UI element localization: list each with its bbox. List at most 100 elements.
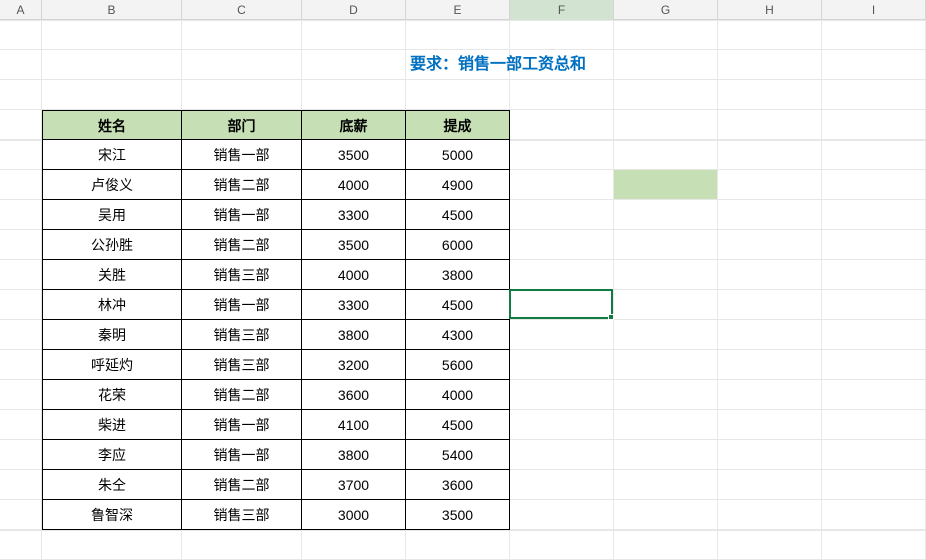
cell-bonus[interactable]: 4500: [406, 290, 510, 320]
col-header-H[interactable]: H: [718, 0, 822, 20]
cell[interactable]: [510, 140, 614, 170]
cell[interactable]: [718, 170, 822, 200]
cell[interactable]: [0, 20, 42, 50]
cell-name[interactable]: 卢俊义: [42, 170, 182, 200]
cell-dept[interactable]: 销售二部: [182, 170, 302, 200]
cell[interactable]: [822, 320, 926, 350]
cell-base[interactable]: 4000: [302, 260, 406, 290]
cell[interactable]: [718, 530, 822, 560]
cell[interactable]: [510, 50, 614, 80]
cell[interactable]: [614, 350, 718, 380]
cell[interactable]: [822, 20, 926, 50]
cell[interactable]: [822, 230, 926, 260]
cell[interactable]: [42, 80, 182, 110]
cell[interactable]: [822, 440, 926, 470]
table-header-name[interactable]: 姓名: [42, 110, 182, 140]
cell[interactable]: [614, 260, 718, 290]
col-header-G[interactable]: G: [614, 0, 718, 20]
cell[interactable]: [0, 260, 42, 290]
cell[interactable]: [0, 440, 42, 470]
cell[interactable]: [42, 50, 182, 80]
col-header-B[interactable]: B: [42, 0, 182, 20]
cell[interactable]: [302, 50, 406, 80]
cell[interactable]: [510, 320, 614, 350]
cell-name[interactable]: 吴用: [42, 200, 182, 230]
cell[interactable]: [718, 410, 822, 440]
cell-dept[interactable]: 销售二部: [182, 470, 302, 500]
cell[interactable]: [510, 410, 614, 440]
cell[interactable]: [718, 80, 822, 110]
table-header-dept[interactable]: 部门: [182, 110, 302, 140]
cell[interactable]: [0, 140, 42, 170]
cell[interactable]: [822, 200, 926, 230]
cell[interactable]: [510, 350, 614, 380]
cell[interactable]: [510, 440, 614, 470]
cell[interactable]: [510, 500, 614, 530]
cell-name[interactable]: 林冲: [42, 290, 182, 320]
cell-dept[interactable]: 销售一部: [182, 440, 302, 470]
cell[interactable]: [302, 530, 406, 560]
cell[interactable]: [822, 350, 926, 380]
cell-name[interactable]: 呼延灼: [42, 350, 182, 380]
cell-bonus[interactable]: 4500: [406, 410, 510, 440]
cell[interactable]: [510, 200, 614, 230]
table-header-bonus[interactable]: 提成: [406, 110, 510, 140]
cell[interactable]: [0, 200, 42, 230]
cell[interactable]: [510, 230, 614, 260]
cell-dept[interactable]: 销售三部: [182, 500, 302, 530]
cell-bonus[interactable]: 3800: [406, 260, 510, 290]
cell[interactable]: [510, 80, 614, 110]
cell-name[interactable]: 花荣: [42, 380, 182, 410]
cell[interactable]: [718, 140, 822, 170]
cell[interactable]: [510, 110, 614, 140]
cell[interactable]: [0, 50, 42, 80]
cell[interactable]: [406, 80, 510, 110]
cell[interactable]: [510, 380, 614, 410]
cell[interactable]: [614, 110, 718, 140]
cell[interactable]: [0, 470, 42, 500]
cell-bonus[interactable]: 6000: [406, 230, 510, 260]
cell[interactable]: [718, 380, 822, 410]
cell[interactable]: [42, 20, 182, 50]
cell-bonus[interactable]: 4500: [406, 200, 510, 230]
cell[interactable]: [510, 170, 614, 200]
cell-bonus[interactable]: 4900: [406, 170, 510, 200]
cell[interactable]: [0, 530, 42, 560]
spreadsheet[interactable]: A B C D E F G H I 要求：销售一部工资总和: [0, 0, 926, 560]
cell[interactable]: [718, 50, 822, 80]
cell[interactable]: [614, 170, 718, 200]
cell[interactable]: [718, 110, 822, 140]
col-header-D[interactable]: D: [302, 0, 406, 20]
cell-base[interactable]: 3300: [302, 200, 406, 230]
cell[interactable]: [614, 290, 718, 320]
cell[interactable]: [718, 470, 822, 500]
cell[interactable]: [614, 20, 718, 50]
cell[interactable]: [302, 20, 406, 50]
cell-name[interactable]: 朱仝: [42, 470, 182, 500]
cell-dept[interactable]: 销售一部: [182, 410, 302, 440]
cell[interactable]: [614, 380, 718, 410]
table-header-base[interactable]: 底薪: [302, 110, 406, 140]
cell-base[interactable]: 3800: [302, 320, 406, 350]
cell-base[interactable]: 4000: [302, 170, 406, 200]
cell[interactable]: [718, 200, 822, 230]
cell[interactable]: [42, 530, 182, 560]
cell[interactable]: [0, 230, 42, 260]
cell-name[interactable]: 公孙胜: [42, 230, 182, 260]
col-header-F[interactable]: F: [510, 0, 614, 20]
cell[interactable]: [718, 20, 822, 50]
cell-name[interactable]: 李应: [42, 440, 182, 470]
cell[interactable]: [0, 500, 42, 530]
cell[interactable]: [0, 170, 42, 200]
cell[interactable]: [182, 530, 302, 560]
cell-bonus[interactable]: 5600: [406, 350, 510, 380]
cell-dept[interactable]: 销售一部: [182, 140, 302, 170]
cell-base[interactable]: 3500: [302, 140, 406, 170]
cell-base[interactable]: 4100: [302, 410, 406, 440]
cell[interactable]: [182, 20, 302, 50]
cell-dept[interactable]: 销售一部: [182, 290, 302, 320]
cell-base[interactable]: 3700: [302, 470, 406, 500]
cell[interactable]: [614, 230, 718, 260]
cell[interactable]: [302, 80, 406, 110]
cell-name[interactable]: 宋江: [42, 140, 182, 170]
